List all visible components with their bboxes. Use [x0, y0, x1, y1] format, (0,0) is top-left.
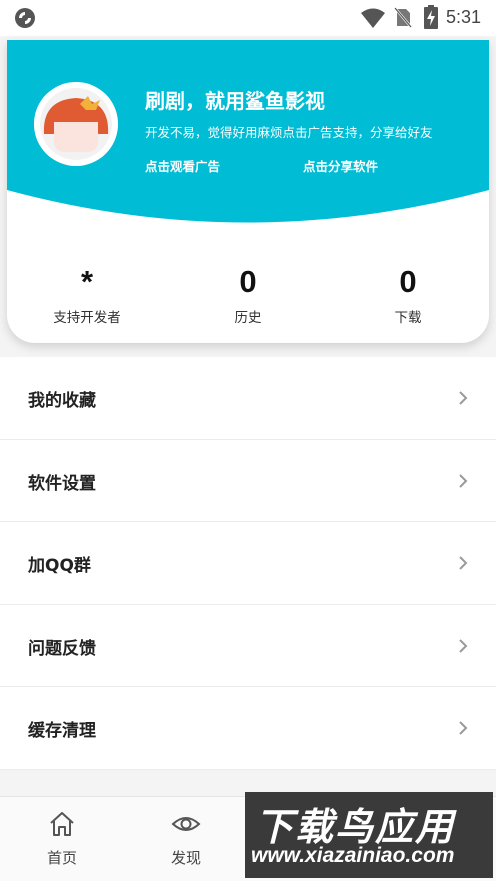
- avatar-image: [34, 82, 118, 166]
- no-sim-icon: [394, 7, 412, 28]
- nav-discover[interactable]: 发现: [146, 809, 226, 868]
- watch-ad-link[interactable]: 点击观看广告: [145, 156, 220, 175]
- chevron-right-icon: [459, 391, 468, 405]
- profile-card: 刷剧，就用鲨鱼影视 开发不易，觉得好用麻烦点击广告支持，分享给好友 点击观看广告…: [7, 40, 489, 343]
- watermark-url: www.xiazainiao.com: [251, 844, 455, 867]
- app-subtitle: 开发不易，觉得好用麻烦点击广告支持，分享给好友: [145, 125, 433, 140]
- battery-charging-icon: [424, 5, 438, 29]
- menu-item-label: 软件设置: [28, 473, 96, 494]
- menu-item-settings[interactable]: 软件设置: [0, 439, 496, 522]
- stat-downloads[interactable]: 0 下载: [343, 262, 473, 326]
- app-title: 刷剧，就用鲨鱼影视: [145, 89, 325, 113]
- stat-label: 支持开发者: [53, 310, 121, 326]
- menu-item-favorites[interactable]: 我的收藏: [0, 357, 496, 440]
- stat-label: 下载: [394, 310, 422, 326]
- chevron-right-icon: [459, 721, 468, 735]
- menu-item-join-qq-group[interactable]: 加QQ群: [0, 522, 496, 605]
- stat-value: *: [80, 264, 94, 299]
- menu-item-label: 缓存清理: [28, 721, 96, 741]
- eye-icon: [171, 817, 201, 831]
- menu-item-label: 问题反馈: [28, 638, 96, 659]
- stat-value: 0: [239, 264, 257, 299]
- chevron-right-icon: [459, 473, 468, 488]
- menu-item-clear-cache[interactable]: 缓存清理: [0, 687, 496, 770]
- settings-menu: 我的收藏 软件设置 加QQ群 问题反馈 缓存清理: [0, 357, 496, 770]
- app-icon: [15, 8, 35, 28]
- stat-support-developer[interactable]: * 支持开发者: [22, 262, 152, 326]
- watermark-title: 下载鸟应用: [255, 805, 456, 849]
- nav-label: 发现: [170, 849, 201, 867]
- menu-item-label: 我的收藏: [28, 391, 96, 411]
- nav-label: 首页: [46, 849, 77, 867]
- status-bar: 5:31: [0, 0, 496, 36]
- status-time: 5:31: [446, 7, 482, 27]
- avatar[interactable]: [34, 82, 118, 166]
- chevron-right-icon: [459, 556, 468, 570]
- watermark-logo: 下载鸟应用 www.xiazainiao.com: [245, 792, 493, 878]
- stat-history[interactable]: 0 历史: [183, 262, 313, 326]
- stat-value: 0: [399, 264, 417, 299]
- stat-label: 历史: [234, 310, 262, 326]
- chevron-right-icon: [459, 638, 468, 653]
- menu-item-label: 加QQ群: [28, 556, 91, 576]
- wifi-icon: [361, 8, 385, 28]
- menu-item-feedback[interactable]: 问题反馈: [0, 604, 496, 687]
- home-icon: [50, 812, 74, 836]
- share-app-link[interactable]: 点击分享软件: [303, 156, 378, 175]
- nav-home[interactable]: 首页: [22, 809, 102, 868]
